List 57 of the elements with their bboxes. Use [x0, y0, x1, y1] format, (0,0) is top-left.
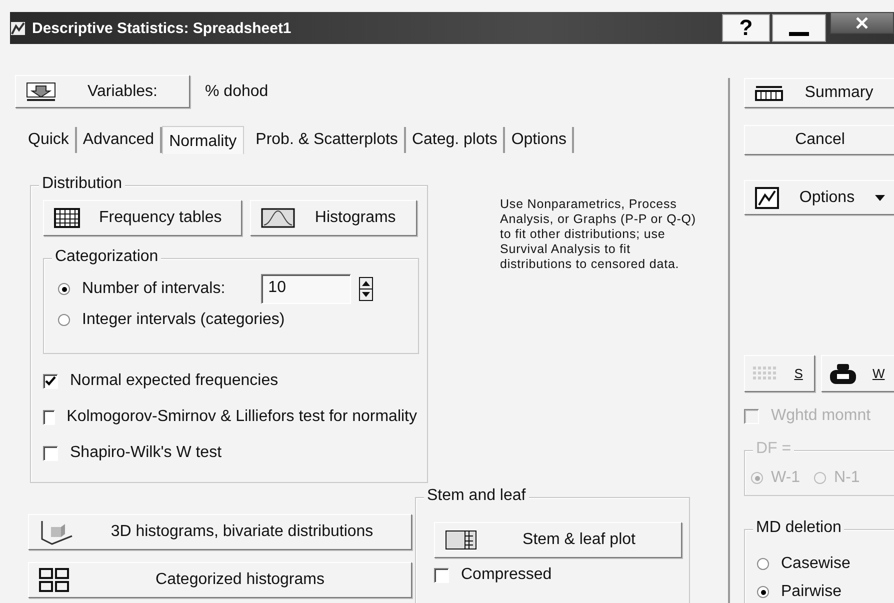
radio-button[interactable]: [757, 586, 769, 598]
table-icon: [54, 208, 80, 228]
curve-icon: [260, 208, 295, 228]
close-icon: [856, 17, 868, 29]
options-button[interactable]: Options: [744, 180, 894, 215]
close-button[interactable]: [830, 12, 894, 34]
checkbox-label: Normal expected frequencies: [70, 372, 278, 390]
3d-chart-icon: [39, 519, 73, 545]
help-text: Use Nonparametrics, Process Analysis, or Graphs (P-P or Q-Q) to fit other distributions; use Survival Analysis to fit distributions to censored data.: [500, 197, 697, 273]
minimize-icon: [789, 32, 809, 36]
checkbox-label: Shapiro-Wilk's W test: [70, 444, 222, 462]
radio-button[interactable]: [757, 558, 769, 570]
variables-button[interactable]: Variables:: [15, 75, 190, 108]
checkbox[interactable]: [43, 374, 58, 388]
checkbox[interactable]: [43, 410, 55, 424]
group-title: Categorization: [52, 248, 162, 266]
window-title: Descriptive Statistics: Spreadsheet1: [32, 20, 292, 36]
app-icon: [10, 20, 26, 36]
radio-label: Number of intervals:: [82, 280, 226, 298]
checkbox-label: Wghtd momnt: [771, 407, 871, 425]
checkbox[interactable]: [43, 446, 58, 460]
weight-icon: [828, 362, 858, 384]
help-button[interactable]: ?: [722, 14, 770, 42]
dropdown-arrow-icon: [875, 194, 885, 200]
stem-leaf-icon: [445, 530, 477, 550]
chart-icon: [755, 186, 779, 208]
tab[interactable]: Quick: [22, 127, 77, 153]
radio-label: Integer intervals (categories): [82, 311, 285, 329]
radio-label: Pairwise: [781, 583, 842, 601]
tab[interactable]: Prob. & Scatterplots: [250, 127, 406, 153]
radio-label: Casewise: [781, 555, 850, 573]
intervals-field[interactable]: 10: [261, 274, 352, 304]
spinner-icon[interactable]: [359, 277, 374, 301]
radio-button[interactable]: [58, 314, 70, 326]
checkbox-label: Compressed: [461, 566, 552, 584]
minimize-button[interactable]: [772, 14, 826, 42]
tab[interactable]: Normality: [162, 126, 244, 154]
3d-histograms-button[interactable]: 3D histograms, bivariate distributions: [28, 514, 412, 550]
categorized-histograms-button[interactable]: Categorized histograms: [28, 562, 412, 598]
s-button[interactable]: S: [744, 355, 816, 392]
cancel-button[interactable]: Cancel: [744, 125, 894, 155]
grid-icon: [39, 568, 69, 592]
radio-label: N-1: [834, 469, 860, 487]
variables-value: % dohod: [205, 82, 268, 100]
radio-button[interactable]: [58, 283, 70, 295]
checkbox-label: Kolmogorov-Smirnov & Lilliefors test for normality: [66, 408, 417, 426]
tab[interactable]: Options: [505, 127, 574, 153]
histograms-button[interactable]: Histograms: [250, 200, 417, 236]
frequency-tables-button[interactable]: Frequency tables: [43, 200, 242, 236]
table-icon: [755, 85, 783, 101]
checkbox[interactable]: [434, 568, 449, 582]
radio-label: W-1: [771, 469, 800, 487]
tab[interactable]: Categ. plots: [406, 127, 506, 153]
summary-button[interactable]: Summary: [744, 78, 894, 108]
download-icon: [26, 82, 56, 102]
w-button[interactable]: W: [821, 355, 894, 392]
stem-leaf-plot-button[interactable]: Stem & leaf plot: [434, 522, 682, 558]
